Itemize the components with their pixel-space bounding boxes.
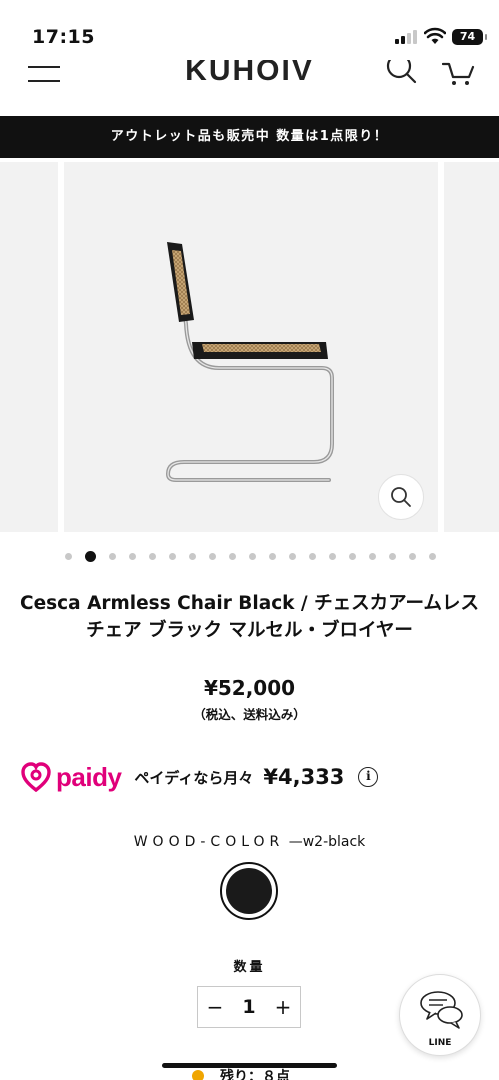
- stock-indicator: 残り：８点: [192, 1066, 290, 1080]
- gallery-dot[interactable]: [249, 553, 256, 560]
- gallery-dot[interactable]: [309, 553, 316, 560]
- gallery-pagination[interactable]: [0, 551, 499, 562]
- product-gallery[interactable]: [0, 162, 499, 532]
- line-chat-button[interactable]: LINE: [399, 974, 481, 1056]
- swatch-fill: [226, 868, 272, 914]
- announcement-banner[interactable]: アウトレット品も販売中 数量は1点限り！: [0, 116, 499, 158]
- quantity-decrease-button[interactable]: −: [198, 995, 232, 1019]
- status-bar: 17:15 74: [0, 0, 499, 60]
- gallery-dot[interactable]: [289, 553, 296, 560]
- home-indicator: [162, 1063, 337, 1068]
- chair-image: [166, 242, 334, 482]
- quantity-label: 数量: [233, 960, 266, 975]
- battery-icon: 74: [452, 29, 487, 45]
- zoom-icon: [391, 487, 411, 507]
- wifi-icon: [424, 27, 446, 44]
- cellular-signal-icon: [395, 30, 419, 44]
- gallery-dot[interactable]: [349, 553, 356, 560]
- paidy-text: ペイディなら月々: [134, 768, 254, 787]
- line-label: LINE: [428, 1038, 452, 1048]
- gallery-dot[interactable]: [209, 553, 216, 560]
- gallery-dot[interactable]: [65, 553, 72, 560]
- gallery-dot[interactable]: [369, 553, 376, 560]
- gallery-dot[interactable]: [409, 553, 416, 560]
- gallery-dot[interactable]: [129, 553, 136, 560]
- quantity-increase-button[interactable]: +: [266, 995, 300, 1019]
- gallery-slide-current[interactable]: [64, 162, 438, 532]
- gallery-dot[interactable]: [229, 553, 236, 560]
- paidy-amount: ¥4,333: [263, 765, 345, 789]
- paidy-installment: paidy ペイディなら月々 ¥4,333 i: [21, 760, 379, 794]
- price-note: （税込、送料込み）: [193, 707, 306, 722]
- variant-option-name: WOOD-COLOR: [133, 834, 285, 850]
- gallery-slide-previous[interactable]: [0, 162, 58, 532]
- paidy-logo-icon: [21, 762, 51, 792]
- gallery-slide-next[interactable]: [444, 162, 499, 532]
- variant-label: WOOD-COLOR —w2-black: [0, 834, 499, 850]
- variant-separator: —: [288, 834, 303, 850]
- gallery-dot[interactable]: [189, 553, 196, 560]
- gallery-dot[interactable]: [329, 553, 336, 560]
- gallery-dot[interactable]: [169, 553, 176, 560]
- cart-icon[interactable]: [442, 62, 476, 88]
- gallery-dot[interactable]: [149, 553, 156, 560]
- stock-text: 残り：８点: [220, 1069, 290, 1080]
- gallery-dot[interactable]: [389, 553, 396, 560]
- gallery-dot[interactable]: [429, 553, 436, 560]
- zoom-button[interactable]: [378, 474, 424, 520]
- gallery-dot[interactable]: [85, 551, 96, 562]
- site-header: KUHOIV: [0, 60, 499, 116]
- chat-bubbles-icon: [420, 991, 463, 1029]
- status-time: 17:15: [32, 26, 95, 48]
- logo[interactable]: KUHOIV: [0, 60, 499, 88]
- info-icon[interactable]: i: [358, 767, 379, 787]
- variant-selected-value: w2-black: [302, 834, 366, 850]
- product-price: ¥52,000: [203, 676, 296, 700]
- search-icon[interactable]: [385, 60, 419, 86]
- color-swatch-w2-black[interactable]: [220, 862, 278, 920]
- gallery-dot[interactable]: [109, 553, 116, 560]
- product-title: Cesca Armless Chair Black / チェスカアームレスチェア…: [20, 593, 479, 641]
- gallery-dot[interactable]: [269, 553, 276, 560]
- quantity-stepper: − 1 +: [197, 986, 301, 1028]
- stock-dot-icon: [192, 1070, 204, 1080]
- quantity-value[interactable]: 1: [232, 996, 266, 1018]
- paidy-logo-text: paidy: [56, 761, 122, 792]
